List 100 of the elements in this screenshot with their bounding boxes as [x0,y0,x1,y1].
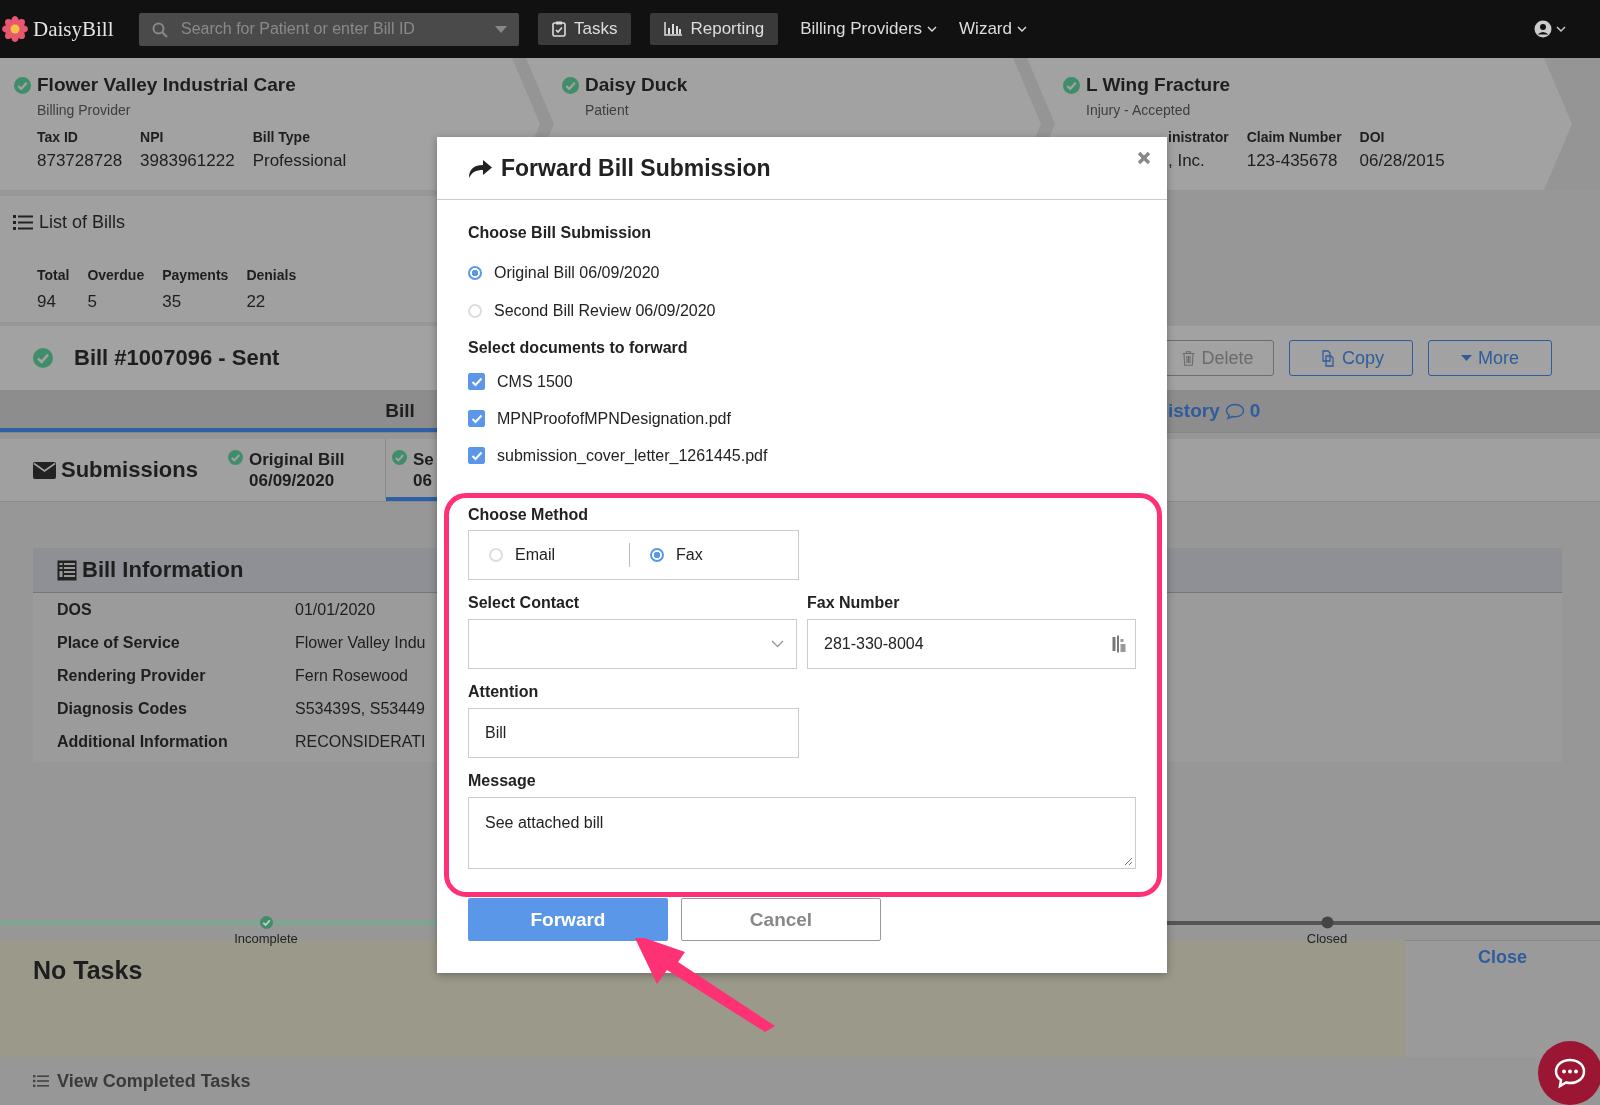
info-value: S53439S, S53449 [295,699,425,718]
radio-button[interactable] [650,548,664,562]
field-label: NPI [140,129,165,145]
step-label: Incomplete [234,931,298,946]
fax-number-field[interactable]: 281-330-8004 [807,619,1136,669]
section-title: Bill Information [82,557,244,583]
document-label: CMS 1500 [497,372,573,391]
list-icon [33,1075,49,1087]
stat-value: 22 [246,292,267,312]
check-circle-icon [228,450,243,465]
breadcrumb-subtitle: Billing Provider [37,102,132,118]
option-label: Second Bill Review 06/09/2020 [494,302,716,320]
check-circle-icon [14,76,31,94]
check-circle-icon [33,348,53,368]
info-label: Rendering Provider [57,666,207,685]
check-circle-icon [392,450,407,465]
search-icon [152,21,168,38]
section-label: Select documents to forward [468,339,689,357]
option-label: Fax [676,546,703,564]
info-label: DOS [57,600,93,619]
field-label: Fax Number [807,594,901,612]
section-label: Choose Bill Submission [468,224,653,242]
field-value: , Inc. [1168,151,1206,171]
info-value: 01/01/2020 [295,600,376,619]
contact-select[interactable] [468,619,797,669]
logo-text[interactable]: DaisyBill [33,16,114,42]
modal-title: Forward Bill Submission [501,154,771,182]
caret-down-icon [1461,355,1472,361]
user-menu-button[interactable] [1534,20,1566,38]
field-label: inistrator [1168,129,1229,145]
section-title: Submissions [61,457,198,483]
flower-logo-icon [2,16,28,42]
chevron-down-icon [1017,26,1027,32]
user-avatar-icon [1534,20,1552,38]
field-label: Attention [468,683,540,701]
field-label: Select Contact [468,594,581,612]
info-value: Fern Rosewood [295,666,408,685]
field-label: Message [468,772,537,790]
stat-label: Denials [246,267,297,283]
comment-icon [1224,402,1245,420]
section-label: Choose Method [468,506,589,524]
stat-value: 5 [87,292,98,312]
nav-button[interactable]: Reporting [650,13,779,45]
field-label: DOI [1359,129,1386,145]
checkbox[interactable] [468,373,485,390]
resize-grip-icon [1124,857,1133,866]
bar-chart-icon [664,22,683,36]
field-label: Tax ID [37,129,79,145]
stat-label: Overdue [87,267,145,283]
close-icon[interactable] [1137,151,1151,165]
breadcrumb-title: Flower Valley Industrial Care [37,74,296,96]
search-field[interactable]: Search for Patient or enter Bill ID [139,12,519,46]
checkbox[interactable] [468,410,485,427]
info-label: Additional Information [57,732,229,751]
chevron-down-icon [1556,26,1566,32]
stat-label: Total [37,267,70,283]
option-label: Email [515,546,555,564]
chevron-down-icon [771,640,784,648]
attention-field[interactable]: Bill [468,708,799,758]
check-circle-icon [1063,76,1080,94]
document-label: MPNProofofMPNDesignation.pdf [497,409,731,428]
submission-tab[interactable]: Original Bill 06/09/2020 [228,439,386,501]
nav-button[interactable]: Tasks [538,13,632,45]
info-value: RECONSIDERATI [295,732,426,751]
nav-dropdown[interactable]: Wizard [959,19,1027,39]
check-circle-icon [562,76,579,94]
breadcrumb-title: Daisy Duck [585,74,688,96]
clipboard-check-icon [552,21,566,37]
view-completed-link[interactable]: View Completed Tasks [33,1070,251,1092]
forward-arrow-icon [468,157,493,179]
option-label: Original Bill 06/09/2020 [494,264,660,282]
chat-bubble-icon [1553,1057,1587,1089]
field-value: Professional [252,151,347,171]
breadcrumb-subtitle: Injury - Accepted [1086,102,1192,118]
comment-count: 0 [1249,400,1261,422]
chevron-down-icon [927,26,938,32]
radio-button[interactable] [468,266,482,280]
stat-label: Payments [162,267,229,283]
tasks-message: No Tasks [33,956,143,984]
trash-icon [1182,350,1196,366]
breadcrumb-title: L Wing Fracture [1086,74,1231,96]
envelope-icon [33,461,56,479]
field-value: 06/28/2015 [1359,151,1445,171]
checkbox[interactable] [468,447,485,464]
field-value: 123-435678 [1246,151,1339,171]
document-label: submission_cover_letter_1261445.pdf [497,446,768,465]
nav-dropdown[interactable]: Billing Providers [800,19,938,39]
field-value: 3983961222 [140,151,235,171]
info-value: Flower Valley Indu [295,633,426,652]
field-label: Claim Number [1246,129,1342,145]
cancel-button[interactable]: Cancel [681,898,881,941]
info-label: Diagnosis Codes [57,699,188,718]
caret-down-icon [495,25,507,33]
info-label: Place of Service [57,633,181,652]
bill-title: Bill #1007096 - Sent [74,345,280,371]
stat-value: 94 [37,292,57,312]
step-label: Closed [1306,931,1348,946]
stat-value: 35 [162,292,183,312]
message-field[interactable]: See attached bill [468,797,1136,869]
section-title[interactable]: List of Bills [39,212,126,233]
